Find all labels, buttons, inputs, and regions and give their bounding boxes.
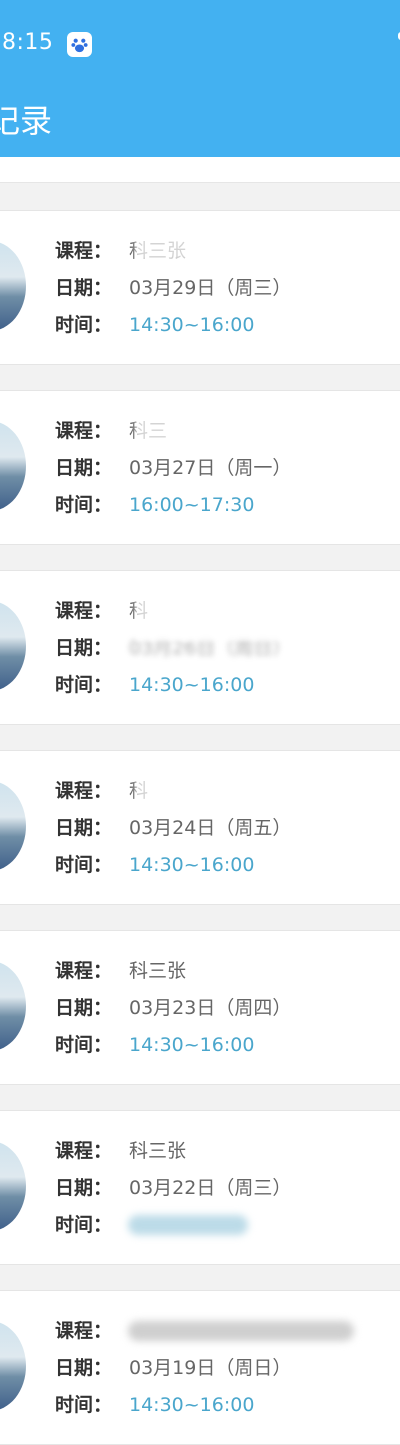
time-label: 时间：	[55, 1034, 113, 1056]
page-title: 记录	[0, 102, 53, 140]
date-value: 03月29日（周三）	[129, 277, 292, 299]
time-label: 时间：	[55, 314, 113, 336]
avatar	[0, 241, 26, 331]
course-value: 科三	[129, 420, 168, 442]
date-label: 日期：	[55, 997, 113, 1019]
avatar	[0, 421, 26, 511]
record-card[interactable]: 课程： 科三 日期： 03月27日（周一） 时间： 16:00~17:30	[0, 390, 400, 545]
date-label: 日期：	[55, 817, 113, 839]
date-value: 03月19日（周日）	[129, 1357, 292, 1379]
course-value: 科	[129, 600, 149, 622]
record-list: 课程： 科三张 日期： 03月29日（周三） 时间： 14:30~16:00 课程： 科…	[0, 157, 400, 1445]
date-label: 日期：	[55, 1177, 113, 1199]
privacy-mask	[200, 957, 400, 985]
status-time: 8:15	[2, 30, 54, 55]
time-value: 14:30~16:00	[129, 314, 255, 336]
time-label: 时间：	[55, 674, 113, 696]
privacy-mask	[190, 1135, 400, 1165]
date-value: 03月22日（周三）	[129, 1177, 292, 1199]
blurred-time-value	[128, 1215, 248, 1235]
time-value: 14:30~16:00	[129, 1034, 255, 1056]
date-value: 03月23日（周四）	[129, 997, 292, 1019]
date-label: 日期：	[55, 637, 113, 659]
blurred-course-value	[128, 1321, 354, 1341]
date-label: 日期：	[55, 277, 113, 299]
avatar	[0, 1321, 26, 1411]
date-value: 03月27日（周一）	[129, 457, 292, 479]
course-label: 课程：	[55, 600, 113, 622]
course-label: 课程：	[55, 420, 113, 442]
time-value: 14:30~16:00	[129, 854, 255, 876]
course-label: 课程：	[55, 780, 113, 802]
time-value: 14:30~16:00	[129, 1394, 255, 1416]
time-label: 时间：	[55, 854, 113, 876]
course-value: 科	[129, 780, 149, 802]
avatar	[0, 781, 26, 871]
baidu-paw-icon	[67, 32, 92, 57]
course-value: 科三张	[129, 960, 187, 982]
date-label: 日期：	[55, 1357, 113, 1379]
app-header: 8:15 记录	[0, 0, 400, 157]
avatar	[0, 961, 26, 1051]
course-label: 课程：	[55, 1320, 113, 1342]
privacy-mask	[135, 579, 400, 641]
record-card[interactable]: 课程： 科 日期： 03月24日（周五） 时间： 14:30~16:00	[0, 750, 400, 905]
avatar	[0, 601, 26, 691]
date-value: 03月26日（周日）	[129, 637, 292, 659]
list-top-band	[0, 157, 400, 183]
privacy-mask	[135, 773, 400, 813]
course-label: 课程：	[55, 960, 113, 982]
time-label: 时间：	[55, 1214, 113, 1236]
course-value: 科三张	[129, 1140, 187, 1162]
time-label: 时间：	[55, 1394, 113, 1416]
record-card[interactable]: 课程： 日期： 03月19日（周日） 时间： 14:30~16:00	[0, 1290, 400, 1445]
course-label: 课程：	[55, 1140, 113, 1162]
course-label: 课程：	[55, 240, 113, 262]
date-value: 03月24日（周五）	[129, 817, 292, 839]
course-value: 科三张	[129, 240, 187, 262]
date-label: 日期：	[55, 457, 113, 479]
avatar	[0, 1141, 26, 1231]
record-card[interactable]: 课程： 科三张 日期： 03月29日（周三） 时间： 14:30~16:00	[0, 210, 400, 365]
record-card[interactable]: 课程： 科三张 日期： 03月22日（周三） 时间：	[0, 1110, 400, 1265]
record-card[interactable]: 课程： 科三张 日期： 03月23日（周四） 时间： 14:30~16:00	[0, 930, 400, 1085]
time-value: 16:00~17:30	[129, 494, 255, 516]
record-card[interactable]: 课程： 科 日期： 03月26日（周日） 时间： 14:30~16:00	[0, 570, 400, 725]
time-value: 14:30~16:00	[129, 674, 255, 696]
time-label: 时间：	[55, 494, 113, 516]
privacy-mask	[135, 411, 400, 443]
